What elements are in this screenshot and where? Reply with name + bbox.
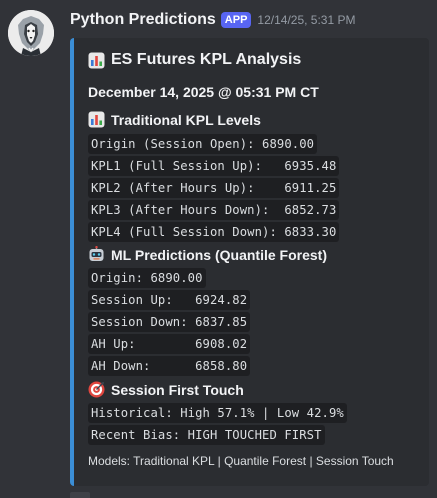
bar-chart-icon: [88, 52, 105, 68]
next-message-stub: [70, 492, 90, 498]
section-title-touch: Session First Touch: [88, 381, 244, 398]
username[interactable]: Python Predictions: [70, 11, 216, 29]
section-title-text: Traditional KPL Levels: [111, 111, 261, 128]
historical-touch-line: Historical: High 57.1% | Low 42.9%: [88, 403, 347, 423]
section-title-text: ML Predictions (Quantile Forest): [111, 246, 327, 263]
ml-origin-line: Origin: 6890.00: [88, 268, 206, 288]
kpl1-line: KPL1 (Full Session Up): 6935.48: [88, 156, 340, 176]
embed-card: ES Futures KPL Analysis December 14, 202…: [70, 38, 429, 486]
lion-avatar-icon: [8, 10, 54, 56]
chat-message: Python Predictions APP 12/14/25, 5:31 PM…: [0, 0, 437, 498]
kpl3-line: KPL3 (After Hours Down): 6852.73: [88, 200, 340, 220]
analysis-date: December 14, 2025 @ 05:31 PM CT: [88, 84, 319, 100]
section-title-ml: ML Predictions (Quantile Forest): [88, 246, 327, 263]
section-title-text: Session First Touch: [111, 381, 244, 398]
app-badge: APP: [220, 12, 252, 28]
kpl-origin-line: Origin (Session Open): 6890.00: [88, 134, 318, 154]
recent-bias-line: Recent Bias: HIGH TOUCHED FIRST: [88, 425, 325, 445]
embed-title-text: ES Futures KPL Analysis: [111, 51, 302, 68]
kpl2-line: KPL2 (After Hours Up): 6911.25: [88, 178, 340, 198]
ml-session-up-line: Session Up: 6924.82: [88, 290, 251, 310]
embed-title: ES Futures KPL Analysis: [88, 51, 301, 69]
kpl4-line: KPL4 (Full Session Down): 6833.30: [88, 222, 340, 242]
avatar[interactable]: [8, 10, 54, 56]
ml-ah-down-line: AH Down: 6858.80: [88, 356, 251, 376]
message-header: Python Predictions APP 12/14/25, 5:31 PM: [70, 11, 356, 29]
bar-chart-icon: [88, 111, 105, 128]
ml-session-down-line: Session Down: 6837.85: [88, 312, 251, 332]
target-icon: [88, 381, 105, 398]
embed-footer: Models: Traditional KPL | Quantile Fores…: [88, 454, 394, 468]
ml-ah-up-line: AH Up: 6908.02: [88, 334, 251, 354]
robot-icon: [89, 246, 104, 261]
timestamp[interactable]: 12/14/25, 5:31 PM: [257, 13, 355, 27]
section-title-traditional: Traditional KPL Levels: [88, 111, 261, 128]
